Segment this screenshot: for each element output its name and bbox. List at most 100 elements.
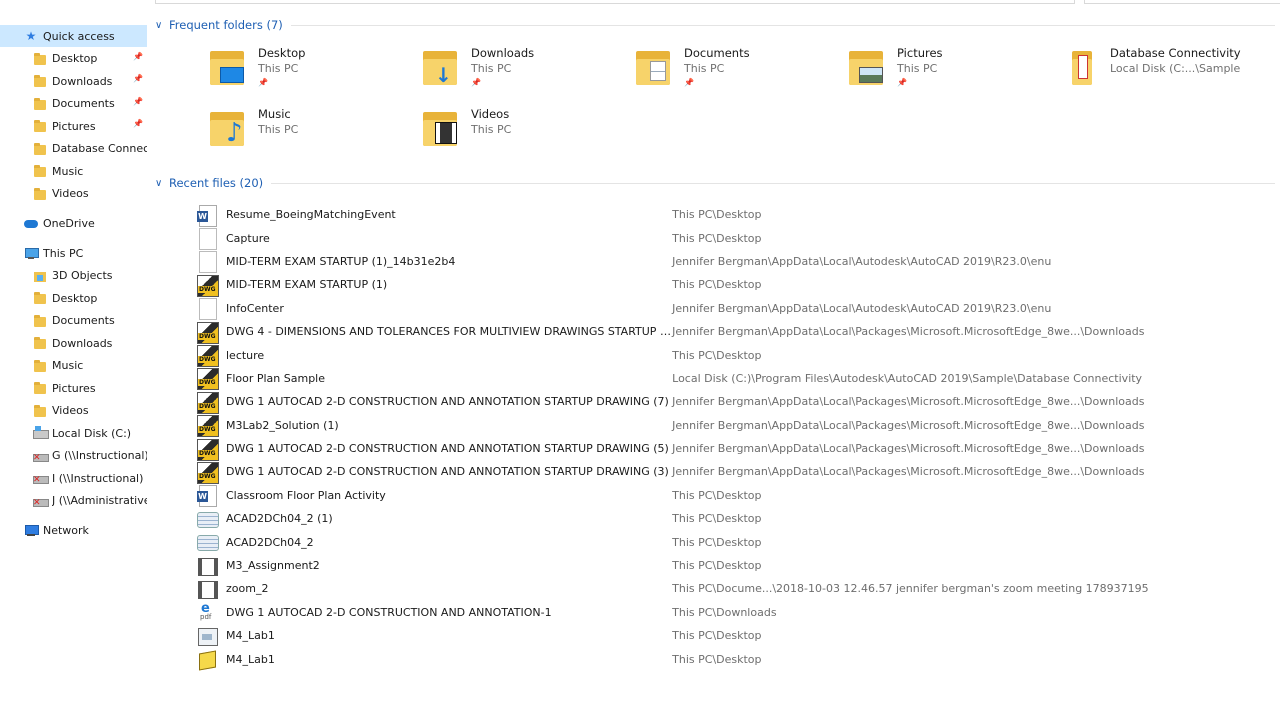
file-row[interactable]: MID-TERM EXAM STARTUP (1) This PC\Desktop bbox=[190, 273, 1270, 297]
divider bbox=[290, 24, 1275, 26]
nav-label: Database Connectivi bbox=[52, 142, 147, 155]
nav-pc-item[interactable]: Documents bbox=[0, 310, 147, 332]
file-row[interactable]: Resume_BoeingMatchingEvent This PC\Deskto… bbox=[190, 203, 1270, 227]
file-path: This PC\Desktop bbox=[672, 231, 762, 245]
blank-file-icon bbox=[196, 298, 218, 321]
file-path: Jennifer Bergman\AppData\Local\Autodesk\… bbox=[672, 254, 1052, 268]
folder-tile-text: Database Connectivity Local Disk (C:...\S… bbox=[1110, 45, 1241, 93]
nav-pc-item[interactable]: Videos bbox=[0, 400, 147, 422]
file-row[interactable]: Floor Plan Sample Local Disk (C:)\Program… bbox=[190, 367, 1270, 391]
folder-name: Documents bbox=[684, 46, 750, 60]
nav-quick-item[interactable]: Videos bbox=[0, 183, 147, 205]
nav-quick-item[interactable]: Database Connectivi bbox=[0, 138, 147, 160]
nav-pc-item[interactable]: Downloads bbox=[0, 332, 147, 354]
file-row[interactable]: ACAD2DCh04_2 This PC\Desktop bbox=[190, 530, 1270, 553]
nav-pc-item[interactable]: J (\\Administrative) ( bbox=[0, 490, 147, 512]
folder-tile-text: Pictures This PC 📌 bbox=[897, 45, 943, 93]
folder-tile-text: Desktop This PC 📌 bbox=[258, 45, 305, 93]
folder-icon bbox=[33, 404, 47, 418]
file-row[interactable]: DWG 4 - DIMENSIONS AND TOLERANCES FOR MU… bbox=[190, 320, 1270, 344]
nav-quick-item[interactable]: Downloads 📌 bbox=[0, 70, 147, 92]
frequent-folders-header[interactable]: ∨ Frequent folders (7) bbox=[155, 17, 1275, 33]
file-row[interactable]: Classroom Floor Plan Activity This PC\Des… bbox=[190, 484, 1270, 508]
nav-this-pc[interactable]: This PC bbox=[0, 242, 147, 264]
nav-network[interactable]: Network bbox=[0, 519, 147, 541]
file-name: MID-TERM EXAM STARTUP (1)_14b31e2b4 bbox=[226, 254, 456, 268]
file-path: This PC\Desktop bbox=[672, 512, 762, 526]
nav-pc-item[interactable]: G (\\Instructional) (G bbox=[0, 445, 147, 467]
file-row[interactable]: DWG 1 AUTOCAD 2-D CONSTRUCTION AND ANNOT… bbox=[190, 437, 1270, 461]
3d-objects-icon bbox=[33, 269, 47, 283]
folder-tile[interactable]: Desktop This PC 📌 bbox=[208, 45, 408, 93]
file-row[interactable]: DWG 1 AUTOCAD 2-D CONSTRUCTION AND ANNOT… bbox=[190, 460, 1270, 484]
img-file-icon bbox=[196, 626, 218, 646]
file-name: M3Lab2_Solution (1) bbox=[226, 418, 339, 432]
folder-icon bbox=[208, 45, 250, 89]
folder-tile[interactable]: Documents This PC 📌 bbox=[634, 45, 834, 93]
nav-quick-item[interactable]: Music bbox=[0, 160, 147, 182]
nav-quick-access[interactable]: ★ Quick access bbox=[0, 25, 147, 47]
folder-icon bbox=[1060, 45, 1102, 89]
nav-label: Music bbox=[52, 164, 84, 178]
file-path: Local Disk (C:)\Program Files\Autodesk\A… bbox=[672, 371, 1143, 385]
folder-tile[interactable]: Database Connectivity Local Disk (C:...\S… bbox=[1060, 45, 1260, 93]
nav-label: Desktop bbox=[52, 52, 98, 65]
dwg-file-icon bbox=[196, 368, 219, 391]
pin-icon: 📌 bbox=[133, 119, 143, 128]
network-drive-icon bbox=[33, 471, 49, 485]
nav-quick-item[interactable]: Documents 📌 bbox=[0, 93, 147, 115]
file-row[interactable]: InfoCenter Jennifer Bergman\AppData\Local… bbox=[190, 297, 1270, 321]
nav-quick-item[interactable]: Desktop 📌 bbox=[0, 48, 147, 70]
folder-name: Database Connectivity bbox=[1110, 46, 1241, 60]
word-file-icon bbox=[196, 204, 218, 227]
dwg-file-icon bbox=[196, 415, 219, 438]
nav-pc-item[interactable]: I (\\Instructional) (I:) bbox=[0, 467, 147, 489]
nav-pc-item[interactable]: Pictures bbox=[0, 377, 147, 399]
file-row[interactable]: M3_Assignment2 This PC\Desktop bbox=[190, 554, 1270, 577]
folder-icon bbox=[634, 45, 676, 89]
folder-tile[interactable]: Pictures This PC 📌 bbox=[847, 45, 1047, 93]
file-row[interactable]: M4_Lab1 This PC\Desktop bbox=[190, 647, 1270, 670]
folder-tile-text: Documents This PC 📌 bbox=[684, 45, 750, 93]
file-row[interactable]: M3Lab2_Solution (1) Jennifer Bergman\AppD… bbox=[190, 414, 1270, 438]
folder-icon bbox=[33, 119, 47, 133]
recent-files-header[interactable]: ∨ Recent files (20) bbox=[155, 175, 1275, 191]
folder-name: Desktop bbox=[258, 46, 306, 60]
nav-pc-item[interactable]: 3D Objects bbox=[0, 265, 147, 287]
nav-pc-item[interactable]: Local Disk (C:) bbox=[0, 422, 147, 444]
folder-tile[interactable]: Videos This PC bbox=[421, 106, 621, 154]
search-box[interactable] bbox=[1084, 0, 1280, 4]
address-bar[interactable] bbox=[155, 0, 1075, 4]
nav-label: Videos bbox=[52, 404, 89, 417]
file-row[interactable]: ACAD2DCh04_2 (1) This PC\Desktop bbox=[190, 507, 1270, 530]
folder-tile[interactable]: ↓ Downloads This PC 📌 bbox=[421, 45, 621, 93]
file-row[interactable]: lecture This PC\Desktop bbox=[190, 343, 1270, 368]
file-row[interactable]: zoom_2 This PC\Docume...\2018-10-03 12.46… bbox=[190, 577, 1270, 600]
file-row[interactable]: M4_Lab1 This PC\Desktop bbox=[190, 624, 1270, 647]
nav-pc-item[interactable]: Music bbox=[0, 355, 147, 377]
file-name: DWG 1 AUTOCAD 2-D CONSTRUCTION AND ANNOT… bbox=[226, 395, 669, 409]
nav-pc-item[interactable]: Desktop bbox=[0, 287, 147, 309]
file-row[interactable]: Capture This PC\Desktop bbox=[190, 226, 1270, 251]
stack-file-icon bbox=[196, 532, 219, 552]
file-name: M4_Lab1 bbox=[226, 629, 275, 643]
folder-location: This PC bbox=[897, 62, 938, 75]
folder-tile-text: Videos This PC bbox=[471, 106, 511, 154]
film-file-icon bbox=[196, 579, 218, 599]
folder-tile[interactable]: ♪ Music This PC bbox=[208, 106, 408, 154]
pin-icon: 📌 bbox=[133, 74, 143, 83]
file-path: Jennifer Bergman\AppData\Local\Packages\… bbox=[672, 395, 1145, 409]
file-path: Jennifer Bergman\AppData\Local\Packages\… bbox=[672, 465, 1145, 479]
file-path: This PC\Desktop bbox=[672, 488, 762, 502]
file-path: This PC\Desktop bbox=[672, 208, 762, 222]
file-row[interactable]: DWG 1 AUTOCAD 2-D CONSTRUCTION AND ANNOT… bbox=[190, 601, 1270, 624]
dwg-file-icon bbox=[196, 461, 219, 484]
nav-quick-item[interactable]: Pictures 📌 bbox=[0, 115, 147, 137]
file-row[interactable]: MID-TERM EXAM STARTUP (1)_14b31e2b4 Jenni… bbox=[190, 250, 1270, 274]
file-row[interactable]: DWG 1 AUTOCAD 2-D CONSTRUCTION AND ANNOT… bbox=[190, 390, 1270, 414]
cloud-icon bbox=[24, 216, 38, 230]
file-name: M4_Lab1 bbox=[226, 652, 275, 666]
nav-onedrive[interactable]: OneDrive bbox=[0, 212, 147, 234]
nav-label: I (\\Instructional) (I:) bbox=[52, 471, 147, 485]
file-name: lecture bbox=[226, 348, 265, 362]
